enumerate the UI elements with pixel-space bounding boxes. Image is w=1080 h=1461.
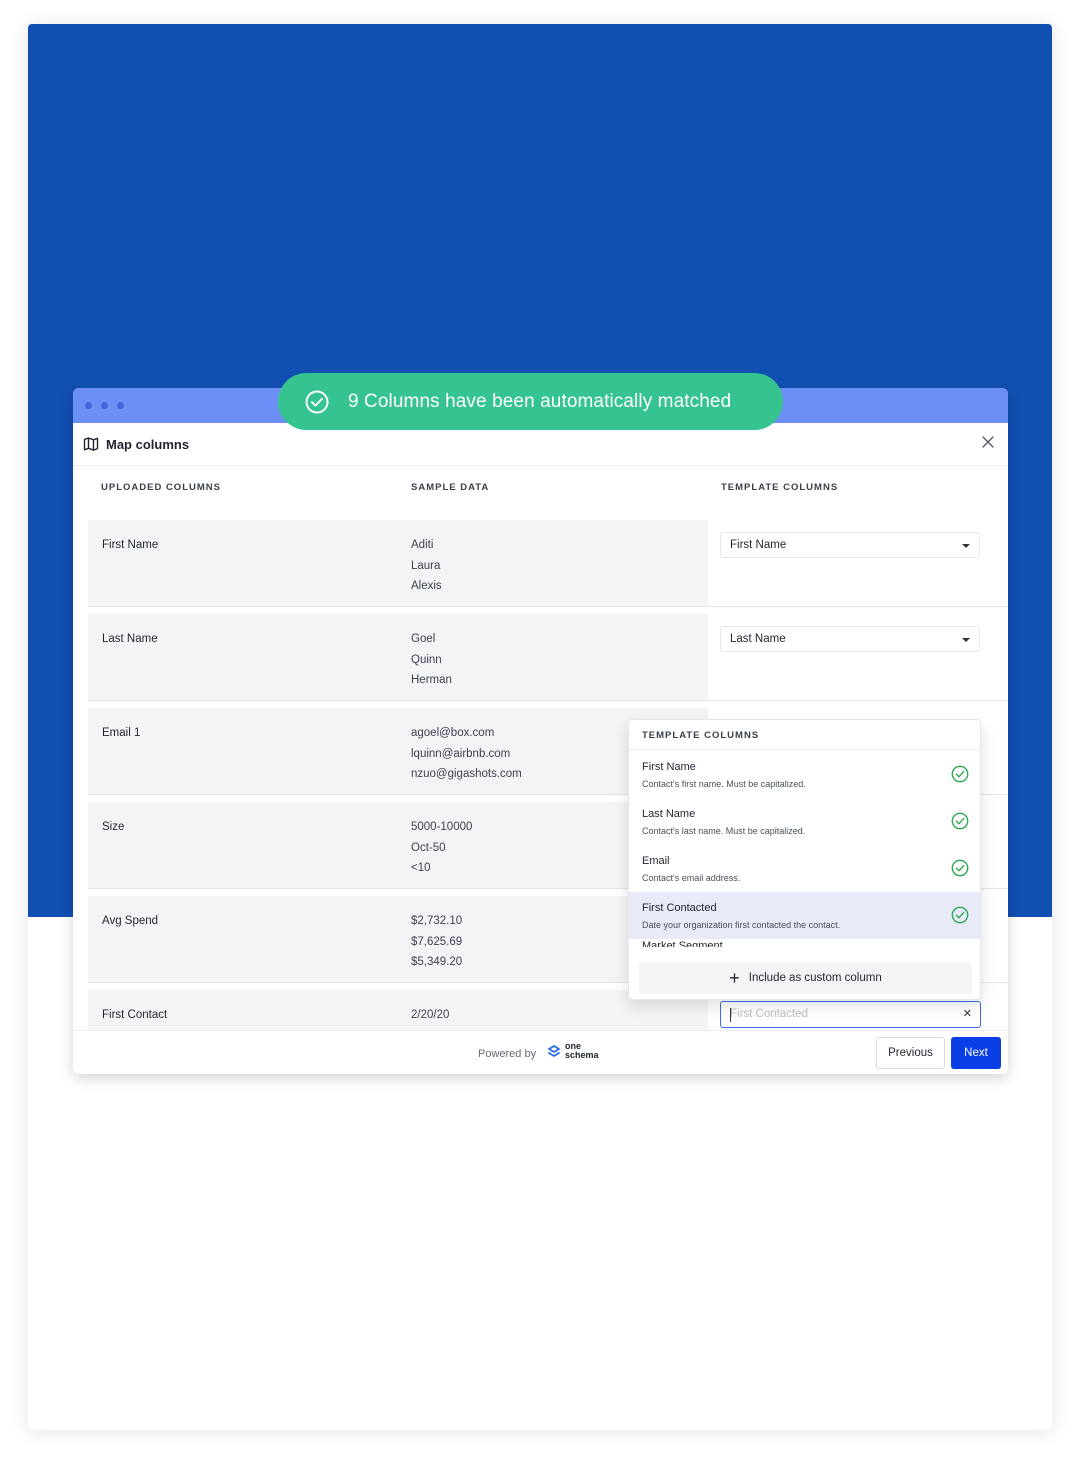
sample-data: Aditi Laura Alexis <box>411 535 442 597</box>
template-column-search-input[interactable]: First Contacted ✕ <box>720 1001 981 1028</box>
sample-value: Herman <box>411 674 452 686</box>
auto-match-toast: 9 Columns have been automatically matche… <box>278 373 783 430</box>
sample-value: $2,732.10 <box>411 915 463 927</box>
dropdown-option[interactable]: Last Name Contact's last name. Must be c… <box>629 798 980 845</box>
dropdown-option-highlighted[interactable]: First Contacted Date your organization f… <box>629 892 980 939</box>
window-dot <box>117 402 124 409</box>
row-source: First Name Aditi Laura Alexis <box>88 520 708 607</box>
page-card: 9 Columns have been automatically matche… <box>28 24 1052 1430</box>
uploaded-columns-header: UPLOADED COLUMNS <box>101 482 221 493</box>
template-columns-dropdown: TEMPLATE COLUMNS First Name Contact's fi… <box>628 719 981 1000</box>
toast-message: 9 Columns have been automatically matche… <box>348 390 732 412</box>
uploaded-column-name: Email 1 <box>102 727 141 739</box>
option-description: Contact's email address. <box>642 873 741 883</box>
option-title: First Contacted <box>642 902 717 914</box>
sample-value: Oct-50 <box>411 841 446 854</box>
option-title: Last Name <box>642 808 696 820</box>
row-source: Last Name Goel Quinn Herman <box>88 614 708 701</box>
option-description: Contact's first name. Must be capitalize… <box>642 779 806 789</box>
include-custom-column-button[interactable]: + Include as custom column <box>639 962 972 994</box>
previous-button[interactable]: Previous <box>876 1037 945 1069</box>
modal-footer: Powered by one schema Previous Next <box>73 1030 1008 1074</box>
row-target: First Name <box>708 520 1008 607</box>
sample-value: Goel <box>411 633 436 645</box>
sample-value: Alexis <box>411 580 442 592</box>
option-description: Date your organization first contacted t… <box>642 920 841 930</box>
plus-icon: + <box>729 968 740 988</box>
mapping-row: Last Name Goel Quinn Herman Last Name <box>88 614 1008 701</box>
next-button[interactable]: Next <box>951 1037 1001 1069</box>
uploaded-column-name: First Contact <box>102 1009 168 1021</box>
option-title: First Name <box>642 761 696 773</box>
row-target: Last Name <box>708 614 1008 701</box>
template-column-select[interactable]: First Name <box>720 532 980 558</box>
check-circle-icon <box>951 859 969 877</box>
uploaded-column-name: Avg Spend <box>102 915 159 927</box>
sample-value: 2/20/20 <box>411 1009 450 1021</box>
row-source: Avg Spend $2,732.10 $7,625.69 $5,349.20 <box>88 896 708 983</box>
sample-value: 5000-10000 <box>411 821 473 833</box>
mapping-row: First Name Aditi Laura Alexis First Name <box>88 520 1008 607</box>
powered-by-text: Powered by <box>478 1048 537 1060</box>
select-value: Last Name <box>730 633 786 645</box>
onschema-logo-text: one schema <box>565 1042 599 1060</box>
check-circle-icon <box>951 906 969 924</box>
search-placeholder: First Contacted <box>730 1008 808 1020</box>
chevron-down-icon <box>962 544 970 548</box>
template-column-select[interactable]: Last Name <box>720 626 980 652</box>
select-value: First Name <box>730 539 787 551</box>
sample-value: Aditi <box>411 539 434 551</box>
dropdown-option[interactable]: Email Contact's email address. <box>629 845 980 892</box>
sample-value: lquinn@airbnb.com <box>411 747 511 760</box>
sample-value: $7,625.69 <box>411 935 463 948</box>
window-dot <box>85 402 92 409</box>
sample-data: 5000-10000 Oct-50 <10 <box>411 817 472 879</box>
template-columns-header: TEMPLATE COLUMNS <box>721 482 839 493</box>
text-cursor <box>730 1008 731 1022</box>
sample-value: agoel@box.com <box>411 727 495 739</box>
sample-data: $2,732.10 $7,625.69 $5,349.20 <box>411 911 462 973</box>
chevron-down-icon <box>962 638 970 642</box>
logo-line: schema <box>565 1050 599 1060</box>
dropdown-option-partial[interactable]: Market Segment <box>642 941 723 947</box>
modal-title: Map columns <box>106 437 190 452</box>
sample-value: Laura <box>411 559 441 572</box>
app-window: Map columns UPLOADED COLUMNS SAMPLE DATA… <box>73 388 1008 1074</box>
dropdown-option[interactable]: First Name Contact's first name. Must be… <box>629 751 980 798</box>
onschema-logo-icon <box>548 1045 560 1057</box>
option-title: Email <box>642 855 670 867</box>
sample-data: agoel@box.com lquinn@airbnb.com nzuo@gig… <box>411 723 522 785</box>
check-circle-icon <box>305 390 329 413</box>
check-circle-icon <box>951 765 969 783</box>
sample-value: Quinn <box>411 653 442 666</box>
dropdown-header: TEMPLATE COLUMNS <box>642 730 760 741</box>
map-icon <box>83 437 99 451</box>
row-source: Size 5000-10000 Oct-50 <10 <box>88 802 708 889</box>
window-dot <box>101 402 108 409</box>
sample-value: $5,349.20 <box>411 956 463 968</box>
uploaded-column-name: Last Name <box>102 633 158 645</box>
sample-value: nzuo@gigashots.com <box>411 768 522 780</box>
uploaded-column-name: Size <box>102 821 125 833</box>
sample-data-header: SAMPLE DATA <box>411 482 490 493</box>
option-description: Contact's last name. Must be capitalized… <box>642 826 806 836</box>
clear-icon[interactable]: ✕ <box>963 1007 972 1020</box>
sample-data: Goel Quinn Herman <box>411 629 452 691</box>
row-source: Email 1 agoel@box.com lquinn@airbnb.com … <box>88 708 708 795</box>
dropdown-divider <box>629 749 980 750</box>
sample-value: <10 <box>411 862 431 874</box>
uploaded-column-name: First Name <box>102 539 159 551</box>
close-icon[interactable] <box>981 435 995 449</box>
custom-column-label: Include as custom column <box>748 972 882 984</box>
check-circle-icon <box>951 812 969 830</box>
